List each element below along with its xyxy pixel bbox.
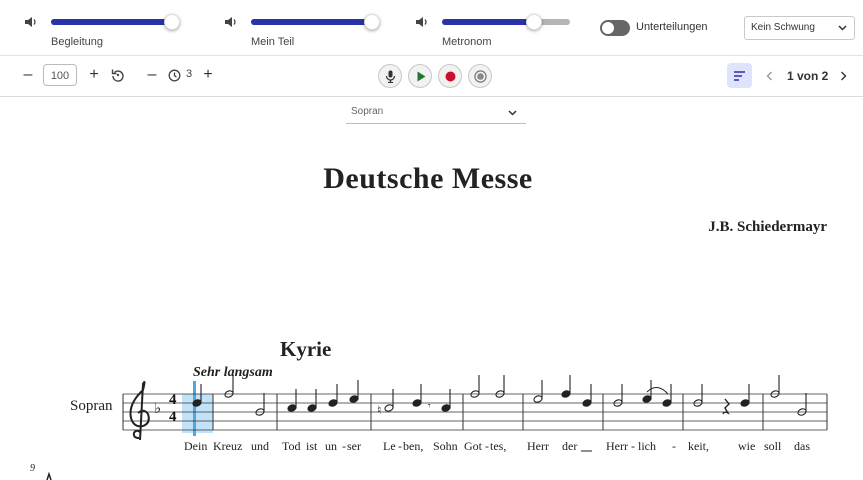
lyric-syllable: keit, (688, 439, 709, 453)
staff-lines (123, 393, 827, 431)
lyric-syllable: ben, (403, 439, 424, 453)
key-signature-flat: ♭ (154, 399, 161, 417)
lyric-syllable: Le (383, 439, 396, 453)
svg-text:♮: ♮ (377, 403, 381, 417)
lyric-syllable: ist (306, 439, 318, 453)
lyric-syllable: tes, (490, 439, 507, 453)
lyric-syllable: - (631, 439, 635, 453)
time-signature-bottom: 4 (169, 409, 177, 425)
time-signature-top: 4 (169, 392, 177, 408)
lyric-syllable: Sohn (433, 439, 458, 453)
lyric-syllable: - (672, 439, 676, 453)
next-system-clef (46, 471, 52, 480)
lyric-syllable: Dein (184, 439, 208, 453)
lyric-syllable: lich (638, 439, 656, 453)
score-notation: ♭ 4 4 ♮ 𝄾 (46, 375, 828, 480)
treble-clef (129, 381, 150, 441)
lyric-syllable: Tod (282, 439, 301, 453)
notes: ♮ 𝄾 (192, 375, 807, 417)
lyric-syllable: wie (738, 439, 756, 453)
lyric-syllable: - (398, 439, 402, 453)
lyric-syllable: Kreuz (213, 439, 243, 453)
lyric-syllable: und (251, 439, 269, 453)
lyric-syllable: Got (464, 439, 482, 453)
lyric-syllable: Herr (606, 439, 628, 453)
lyric-syllable: Herr (527, 439, 549, 453)
lyric-syllable: - (485, 439, 489, 453)
lyric-syllable: der (562, 439, 578, 453)
lyric-syllable: un (325, 439, 337, 453)
svg-text:𝄾: 𝄾 (428, 401, 431, 412)
lyric-syllable: das (794, 439, 810, 453)
lyric-syllable: - (342, 439, 346, 453)
lyric-syllable: soll (764, 439, 782, 453)
lyric-syllable: ser (347, 439, 361, 453)
